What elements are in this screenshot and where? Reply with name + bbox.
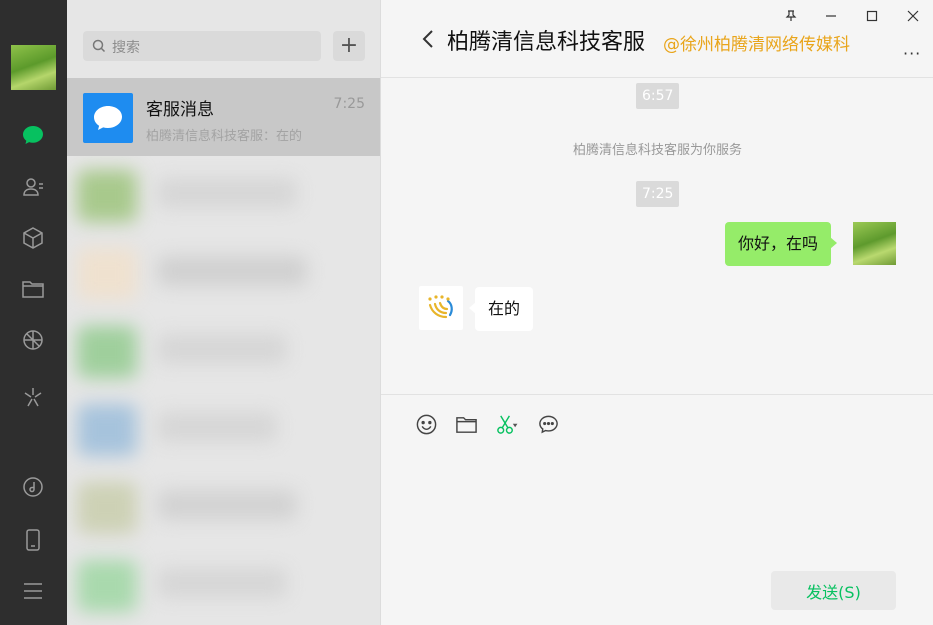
- sidebar-rail: [0, 0, 67, 625]
- chat-panel: 柏腾清信息科技客服 @徐州柏腾清网络传媒科 ··· 6:57 柏腾清信息科技客服…: [380, 0, 933, 625]
- message-timestamp: 7:25: [636, 181, 680, 207]
- emoji-icon[interactable]: [413, 411, 439, 437]
- incoming-message-bubble[interactable]: 在的: [468, 287, 534, 331]
- chat-time: 7:25: [333, 96, 365, 112]
- more-icon[interactable]: ···: [903, 44, 921, 63]
- scissors-icon[interactable]: [493, 411, 519, 437]
- user-avatar[interactable]: [11, 45, 56, 90]
- pin-icon[interactable]: [777, 4, 805, 28]
- chat-bubble-icon[interactable]: [535, 411, 561, 437]
- watermark-text: @徐州柏腾清网络传媒科: [663, 35, 850, 55]
- favorites-icon[interactable]: [20, 225, 46, 251]
- close-icon[interactable]: [899, 4, 927, 28]
- chat-bubble-icon: [94, 106, 122, 130]
- outgoing-message-bubble[interactable]: 你好，在吗: [725, 222, 838, 266]
- chat-header: 柏腾清信息科技客服 @徐州柏腾清网络传媒科 ···: [381, 0, 933, 78]
- brand-logo-icon: [428, 295, 453, 319]
- service-avatar[interactable]: [419, 286, 463, 330]
- chat-list-panel: 搜索 + 客服消息 7:25 柏腾清信息科技客服：在的: [67, 0, 380, 625]
- my-avatar[interactable]: [853, 222, 896, 265]
- chat-list-item-active[interactable]: 客服消息 7:25 柏腾清信息科技客服：在的: [67, 78, 380, 156]
- phone-icon[interactable]: [20, 527, 46, 553]
- blurred-chat-list: [67, 156, 380, 625]
- maximize-icon[interactable]: [858, 4, 886, 28]
- moments-icon[interactable]: [20, 327, 46, 353]
- send-button[interactable]: 发送(S): [771, 571, 896, 610]
- list-item[interactable]: [67, 234, 380, 312]
- chat-icon[interactable]: [20, 122, 46, 148]
- search-icon: [92, 39, 106, 53]
- list-item[interactable]: [67, 546, 380, 624]
- service-chat-avatar: [83, 93, 133, 143]
- chat-preview: 柏腾清信息科技客服：在的: [146, 129, 303, 144]
- search-input[interactable]: 搜索: [83, 31, 321, 61]
- files-icon[interactable]: [20, 276, 46, 302]
- chevron-left-icon[interactable]: [421, 28, 435, 50]
- folder-icon[interactable]: [453, 411, 479, 437]
- minimize-icon[interactable]: [817, 4, 845, 28]
- add-button[interactable]: +: [333, 31, 365, 61]
- music-icon[interactable]: [20, 474, 46, 500]
- message-input-area[interactable]: 发送(S): [381, 394, 933, 625]
- list-item[interactable]: [67, 312, 380, 390]
- menu-icon[interactable]: [20, 578, 46, 604]
- list-item[interactable]: [67, 156, 380, 234]
- chat-name: 客服消息: [146, 100, 214, 120]
- contacts-icon[interactable]: [20, 174, 46, 200]
- system-message: 柏腾清信息科技客服为你服务: [572, 143, 742, 158]
- search-placeholder: 搜索: [112, 40, 140, 56]
- chat-title: 柏腾清信息科技客服: [447, 30, 646, 55]
- mini-program-icon[interactable]: [20, 384, 46, 410]
- list-item[interactable]: [67, 390, 380, 468]
- message-timestamp: 6:57: [636, 83, 680, 109]
- list-item[interactable]: [67, 468, 380, 546]
